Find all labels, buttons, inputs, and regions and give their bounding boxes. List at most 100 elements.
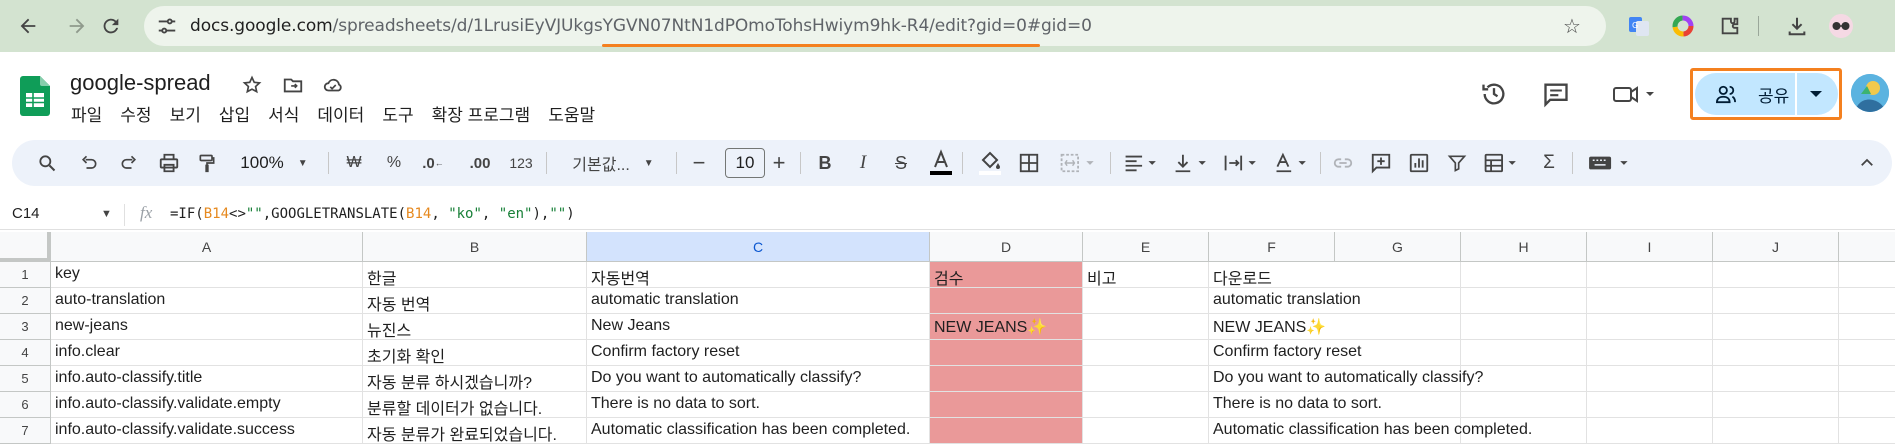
functions-sigma-icon[interactable]: Σ (1536, 140, 1562, 186)
empty-cell[interactable] (1587, 314, 1713, 340)
site-settings-icon[interactable] (156, 15, 178, 37)
empty-cell[interactable] (1461, 314, 1587, 340)
cloud-status-icon[interactable] (320, 72, 346, 98)
font-size-input[interactable]: 10 (725, 148, 765, 178)
cell-e6[interactable] (1083, 392, 1209, 418)
comments-icon[interactable] (1540, 78, 1572, 110)
back-icon[interactable] (13, 11, 43, 41)
cell-f7[interactable]: Automatic classification has been comple… (1209, 418, 1532, 444)
cell-d4[interactable] (930, 340, 1083, 366)
empty-cell[interactable] (1713, 418, 1839, 444)
cell-e1[interactable]: 비고 (1083, 262, 1209, 288)
text-color-icon[interactable] (928, 140, 954, 186)
column-header-i[interactable]: I (1587, 232, 1713, 262)
insert-chart-icon[interactable] (1406, 140, 1432, 186)
cell-e5[interactable] (1083, 366, 1209, 392)
row-header[interactable]: 6 (0, 392, 51, 418)
empty-cell[interactable] (1839, 262, 1895, 288)
address-bar[interactable]: docs.google.com/spreadsheets/d/1LrusiEyV… (144, 6, 1606, 47)
cell-d7[interactable] (930, 418, 1083, 444)
formula-input[interactable]: =IF(B14<>"",GOOGLETRANSLATE(B14, "ko", "… (170, 206, 575, 222)
column-header-h[interactable]: H (1461, 232, 1587, 262)
row-header[interactable]: 3 (0, 314, 51, 340)
cell-c2[interactable]: automatic translation (587, 288, 930, 314)
column-header-c[interactable]: C (587, 232, 930, 262)
extensions-puzzle-icon[interactable] (1717, 13, 1743, 39)
empty-cell[interactable] (1839, 340, 1895, 366)
empty-cell[interactable] (1461, 392, 1587, 418)
italic-icon[interactable]: I (850, 140, 876, 186)
cell-b4[interactable]: 초기화 확인 (363, 340, 587, 366)
empty-cell[interactable] (1713, 340, 1839, 366)
empty-cell[interactable] (1587, 262, 1713, 288)
cell-c1[interactable]: 자동번역 (587, 262, 930, 288)
sheets-logo-icon[interactable] (20, 76, 50, 116)
cell-a4[interactable]: info.clear (51, 340, 363, 366)
reload-icon[interactable] (96, 11, 126, 41)
menu-file[interactable]: 파일 (71, 101, 102, 126)
empty-cell[interactable] (1587, 340, 1713, 366)
column-header-e[interactable]: E (1083, 232, 1209, 262)
empty-cell[interactable] (1839, 288, 1895, 314)
input-tools-keyboard-icon[interactable] (1584, 140, 1640, 186)
percent-button[interactable]: % (382, 140, 406, 186)
increase-decimal-button[interactable]: .00 (460, 140, 500, 186)
row-header[interactable]: 1 (0, 262, 51, 288)
cell-b1[interactable]: 한글 (363, 262, 587, 288)
horizontal-align-icon[interactable] (1120, 140, 1166, 186)
fill-color-icon[interactable] (976, 140, 1004, 186)
download-icon[interactable] (1784, 13, 1810, 39)
cell-e4[interactable] (1083, 340, 1209, 366)
cell-b6[interactable]: 분류할 데이터가 없습니다. (363, 392, 587, 418)
row-header[interactable]: 5 (0, 366, 51, 392)
translate-extension-icon[interactable]: G (1626, 13, 1652, 39)
color-ring-extension-icon[interactable] (1670, 13, 1696, 39)
user-avatar[interactable] (1851, 74, 1889, 112)
print-icon[interactable] (156, 140, 182, 186)
borders-icon[interactable] (1016, 140, 1042, 186)
number-format-button[interactable]: 123 (506, 140, 536, 186)
meet-video-icon[interactable] (1610, 78, 1660, 110)
forward-icon[interactable] (62, 11, 92, 41)
redo-icon[interactable] (116, 140, 142, 186)
menu-tools[interactable]: 도구 (382, 101, 413, 126)
menu-edit[interactable]: 수정 (120, 101, 151, 126)
cell-e7[interactable] (1083, 418, 1209, 444)
insert-link-icon[interactable] (1330, 140, 1356, 186)
cell-a7[interactable]: info.auto-classify.validate.success (51, 418, 363, 444)
cell-e2[interactable] (1083, 288, 1209, 314)
name-box[interactable]: C14 (12, 205, 40, 222)
version-history-icon[interactable] (1478, 78, 1510, 110)
cell-b5[interactable]: 자동 분류 하시겠습니까? (363, 366, 587, 392)
cell-d1[interactable]: 검수 (930, 262, 1083, 288)
strikethrough-icon[interactable]: S (888, 140, 914, 186)
empty-cell[interactable] (1713, 366, 1839, 392)
column-header-g[interactable]: G (1335, 232, 1461, 262)
menu-insert[interactable]: 삽입 (219, 101, 250, 126)
share-dropdown-icon[interactable] (1809, 90, 1823, 98)
undo-icon[interactable] (76, 140, 102, 186)
cell-c7[interactable]: Automatic classification has been comple… (587, 418, 930, 444)
empty-cell[interactable] (1587, 418, 1713, 444)
move-to-folder-icon[interactable] (280, 72, 306, 98)
menu-help[interactable]: 도움말 (548, 101, 595, 126)
share-button[interactable]: 공유 (1695, 73, 1838, 115)
row-header[interactable]: 4 (0, 340, 51, 366)
empty-cell[interactable] (1587, 366, 1713, 392)
cell-b2[interactable]: 자동 번역 (363, 288, 587, 314)
cell-c5[interactable]: Do you want to automatically classify? (587, 366, 930, 392)
filter-views-icon[interactable] (1480, 140, 1526, 186)
cell-c4[interactable]: Confirm factory reset (587, 340, 930, 366)
menu-extensions[interactable]: 확장 프로그램 (432, 101, 531, 126)
menu-data[interactable]: 데이터 (317, 101, 364, 126)
cell-c6[interactable]: There is no data to sort. (587, 392, 930, 418)
font-size-decrease-icon[interactable]: − (686, 140, 712, 186)
search-menus-icon[interactable] (34, 140, 60, 186)
cell-e3[interactable] (1083, 314, 1209, 340)
empty-cell[interactable] (1335, 314, 1461, 340)
bold-icon[interactable]: B (812, 140, 838, 186)
empty-cell[interactable] (1713, 262, 1839, 288)
cell-f4[interactable]: Confirm factory reset (1209, 340, 1361, 366)
cell-d6[interactable] (930, 392, 1083, 418)
cell-f3[interactable]: NEW JEANS✨ (1209, 314, 1335, 340)
